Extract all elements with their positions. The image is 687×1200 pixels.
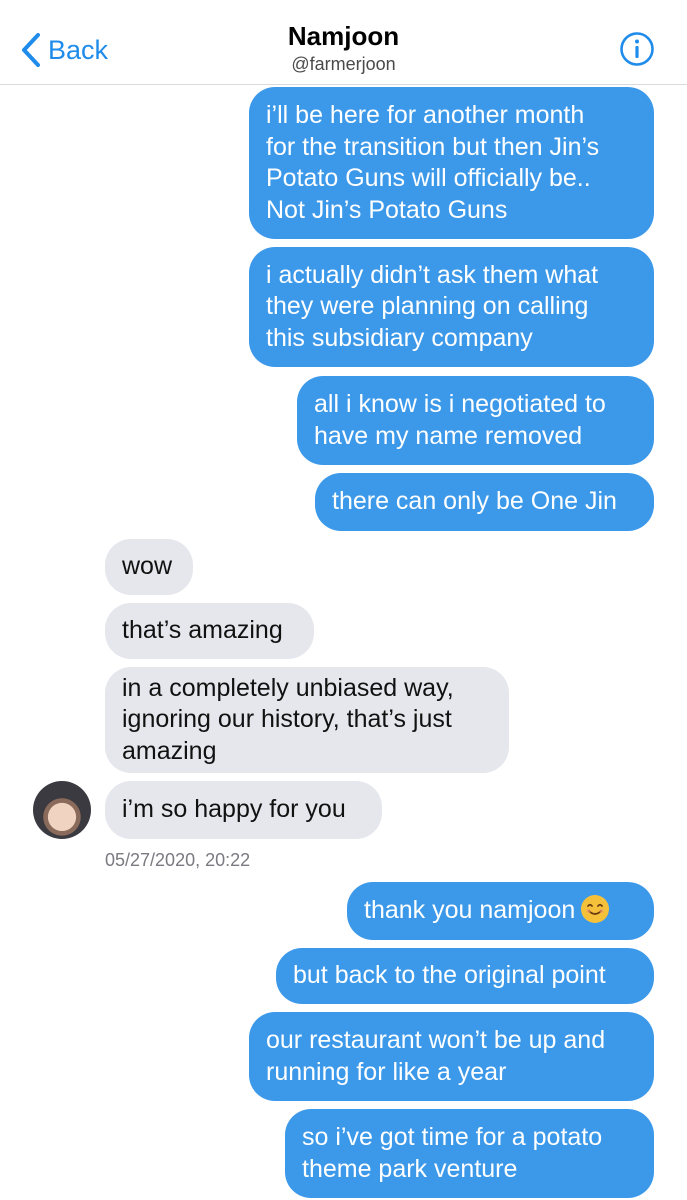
message-bubble-incoming[interactable]: that’s amazing [105,603,314,659]
message-line: theme park venture [302,1154,518,1183]
message-line: ignoring our history, that’s just [122,705,452,734]
message-line: thank you namjoon [364,896,576,925]
message-list[interactable]: i’ll be here for another month for the t… [0,84,687,1200]
message-line-with-emoji: thank you namjoon [364,895,637,927]
conversation-header: Back Namjoon @farmerjoon [0,0,687,85]
message-line: wow [122,552,173,581]
message-line: Not Jin’s Potato Guns [266,195,508,224]
message-line: Potato Guns will officially be.. [266,164,591,192]
message-line: so i’ve got time for a potato [302,1123,603,1151]
message-bubble-incoming[interactable]: in a completely unbiased way, ignoring o… [105,667,509,773]
message-line: for the transition but then Jin’s [266,132,600,161]
dm-conversation-screen: Back Namjoon @farmerjoon i’ll be here fo… [0,0,687,1200]
message-line: i’ll be here for another month [266,101,585,129]
avatar[interactable] [33,781,91,839]
smiling-face-emoji [581,895,610,924]
message-bubble-outgoing[interactable]: i’ll be here for another month for the t… [249,87,654,239]
message-bubble-incoming[interactable]: wow [105,539,193,595]
message-bubble-outgoing[interactable]: i actually didn’t ask them what they wer… [249,247,654,367]
smiling-face-icon [582,896,609,923]
message-bubble-outgoing[interactable]: there can only be One Jin [315,473,654,531]
message-line: running for like a year [266,1057,507,1086]
message-line: have my name removed [314,421,583,450]
message-bubble-outgoing[interactable]: all i know is i negotiated to have my na… [297,376,654,465]
message-line: they were planning on calling [266,292,589,321]
message-line: i actually didn’t ask them what [266,260,599,289]
message-line: amazing [122,736,217,765]
message-bubble-outgoing[interactable]: but back to the original point [276,948,654,1004]
message-bubble-outgoing[interactable]: so i’ve got time for a potato theme park… [285,1109,654,1198]
message-line: i’m so happy for you [122,795,346,824]
conversation-handle: @farmerjoon [291,54,396,74]
message-line: in a completely unbiased way, [122,673,454,702]
message-line: but back to the original point [293,961,606,990]
message-timestamp: 05/27/2020, 20:22 [105,850,251,870]
message-bubble-outgoing[interactable]: our restaurant won’t be up and running f… [249,1012,654,1101]
message-line: this subsidiary company [266,323,533,352]
message-line: our restaurant won’t be up and [266,1026,606,1054]
message-line: that’s amazing [122,616,283,645]
message-bubble-incoming[interactable]: i’m so happy for you [105,781,382,839]
info-circle-icon[interactable] [619,31,655,67]
conversation-title-block: Namjoon @farmerjoon [0,20,687,76]
message-line: all i know is i negotiated to [314,390,606,418]
message-bubble-outgoing[interactable]: thank you namjoon [347,882,654,940]
message-line: there can only be One Jin [332,487,617,516]
conversation-title: Namjoon [287,21,400,51]
